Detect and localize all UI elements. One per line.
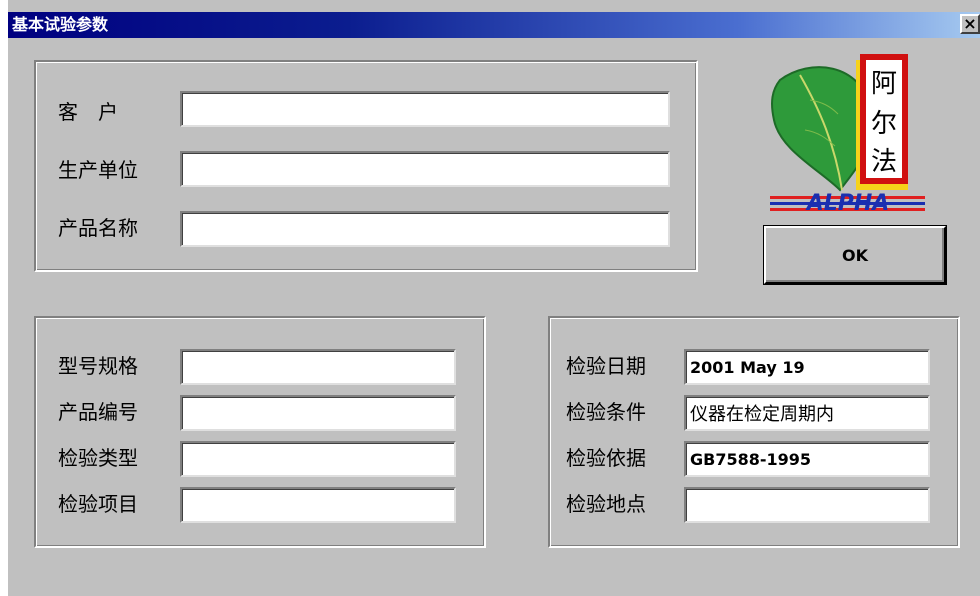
logo-seal-char-3: 法 (871, 147, 897, 177)
product-name-field[interactable] (180, 211, 670, 247)
leaf-logo-icon: 阿 尔 法 ALPHA (770, 54, 925, 216)
inspection-item-label: 检验项目 (58, 492, 138, 516)
product-number-label: 产品编号 (58, 400, 138, 424)
inspection-location-field[interactable] (684, 487, 930, 523)
manufacturer-field[interactable] (180, 151, 670, 187)
title-bar[interactable]: 基本试验参数 × (8, 12, 980, 38)
inspection-date-label: 检验日期 (566, 354, 646, 378)
ok-button[interactable]: OK (764, 226, 946, 284)
dialog-window: 基本试验参数 × 客 户 生产单位 产品名称 阿 尔 法 ALPHA OK 型号… (0, 0, 980, 596)
window-title: 基本试验参数 (12, 15, 109, 34)
model-spec-field[interactable] (180, 349, 456, 385)
inspection-basis-label: 检验依据 (566, 446, 646, 470)
alpha-logo: 阿 尔 法 ALPHA (760, 50, 930, 220)
ok-button-label: OK (842, 245, 868, 265)
inspection-basis-field[interactable] (684, 441, 930, 477)
inspection-date-field[interactable] (684, 349, 930, 385)
logo-seal-char-1: 阿 (871, 69, 897, 99)
inspection-location-label: 检验地点 (566, 492, 646, 516)
inspection-type-field[interactable] (180, 441, 456, 477)
inspection-condition-label: 检验条件 (566, 400, 646, 424)
window-left-edge (0, 0, 8, 596)
model-spec-label: 型号规格 (58, 354, 138, 378)
customer-label: 客 户 (58, 100, 118, 124)
manufacturer-label: 生产单位 (58, 158, 138, 182)
inspection-item-field[interactable] (180, 487, 456, 523)
product-number-field[interactable] (180, 395, 456, 431)
logo-seal-char-2: 尔 (871, 109, 897, 139)
inspection-condition-field[interactable] (684, 395, 930, 431)
close-button[interactable]: × (960, 14, 980, 34)
close-icon: × (963, 14, 977, 33)
inspection-type-label: 检验类型 (58, 446, 138, 470)
logo-brand-text: ALPHA (805, 191, 890, 216)
product-name-label: 产品名称 (58, 216, 138, 240)
customer-field[interactable] (180, 91, 670, 127)
